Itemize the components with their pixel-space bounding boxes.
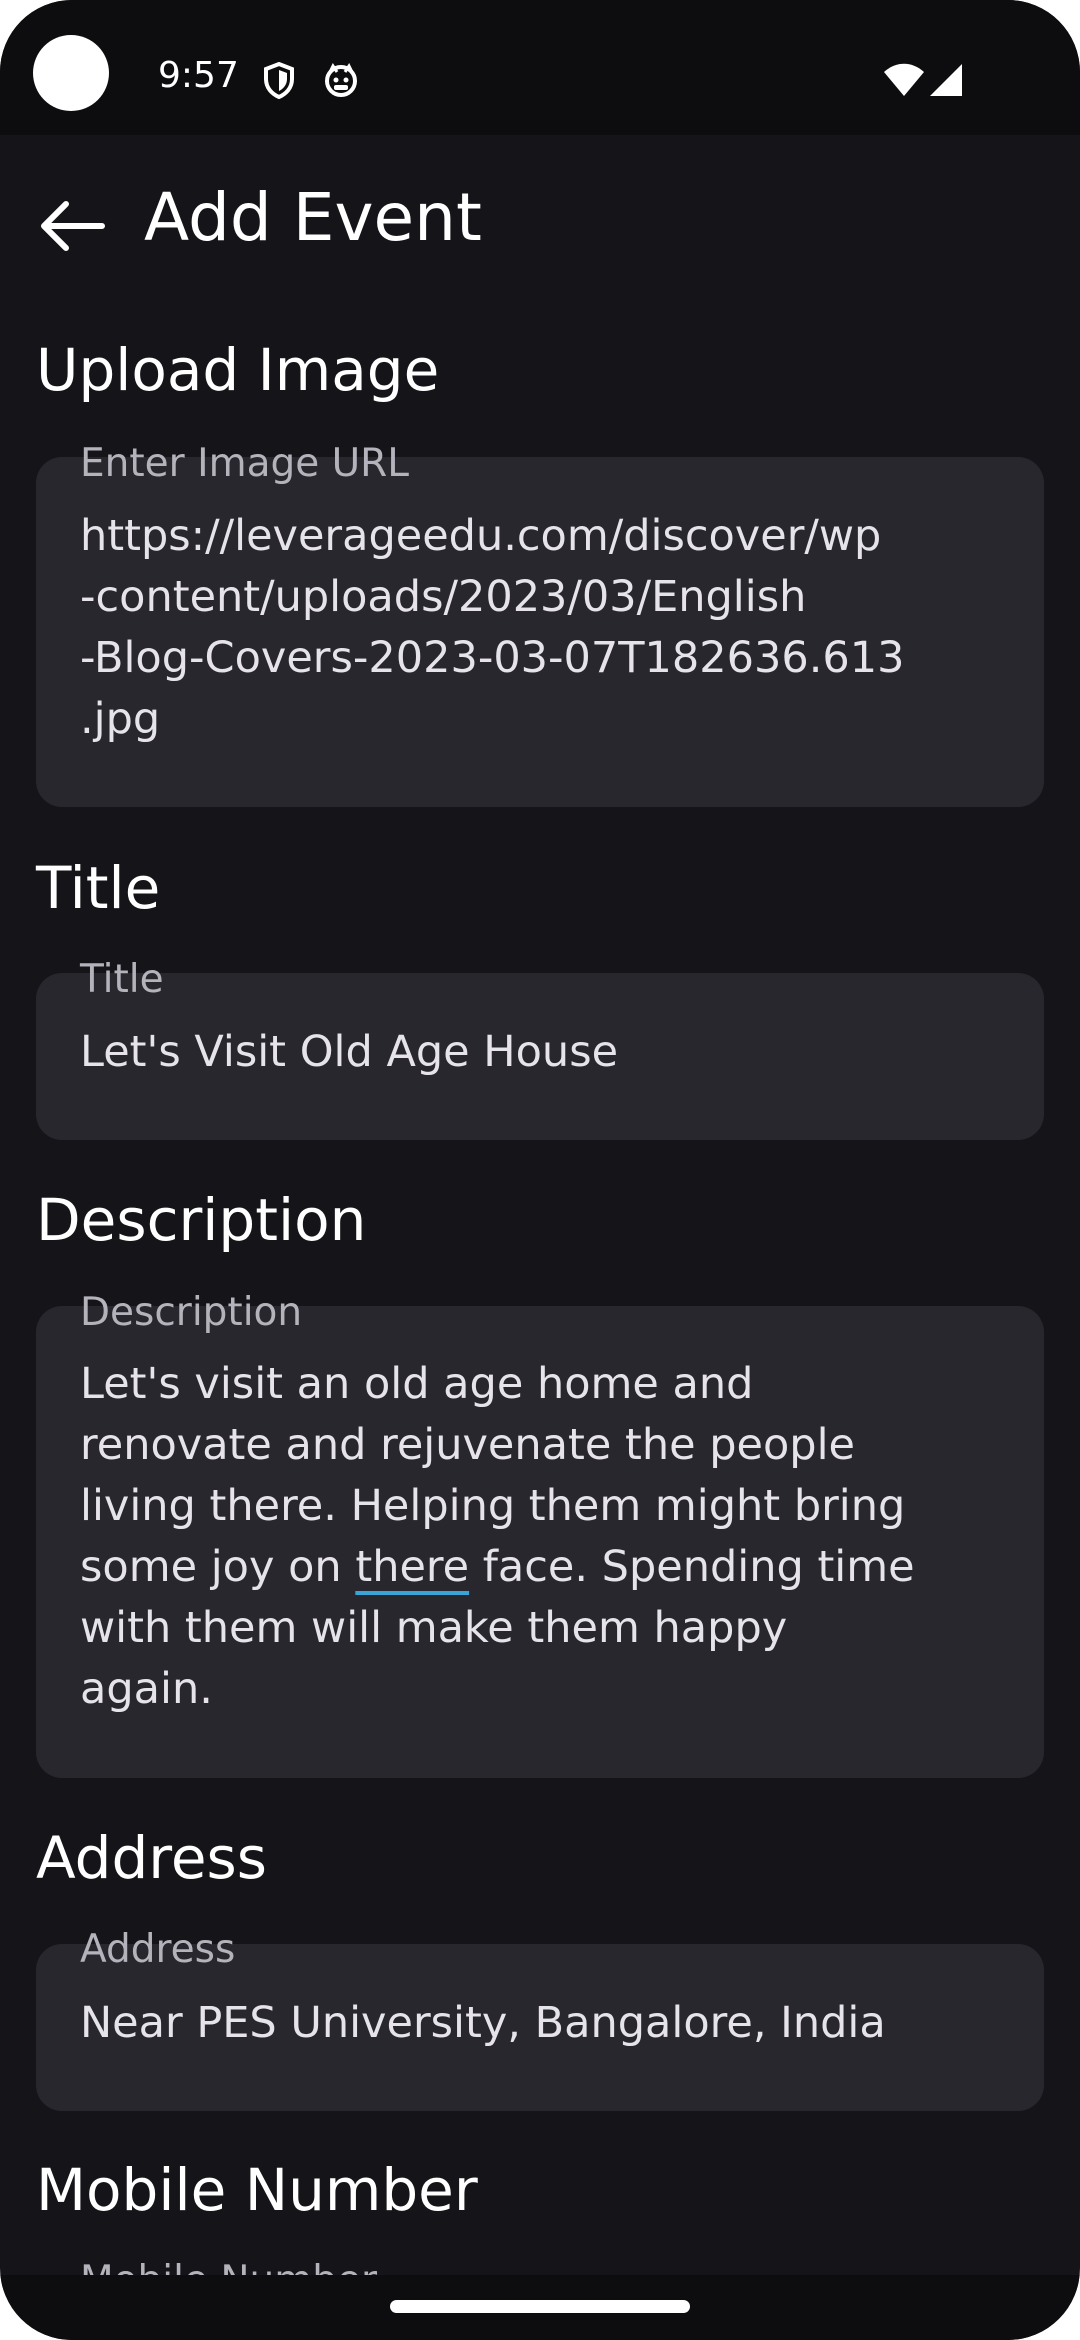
shield-icon <box>263 61 295 104</box>
home-indicator[interactable] <box>390 2300 690 2313</box>
face-icon <box>323 62 359 102</box>
camera-cutout <box>33 35 109 111</box>
app-screen: 9:57 Add Event Upload Image Enter Image … <box>0 0 1080 2340</box>
description-heading: Description <box>36 1186 367 1254</box>
arrow-left-icon <box>41 201 105 251</box>
description-label: Description <box>80 1290 303 1335</box>
image-url-label: Enter Image URL <box>80 441 409 486</box>
address-value[interactable]: Near PES University, Bangalore, India <box>80 1993 1010 2054</box>
upload-image-heading: Upload Image <box>36 336 440 404</box>
misspelled-word[interactable]: there <box>355 1542 469 1592</box>
status-bar: 9:57 <box>0 0 1080 135</box>
title-heading: Title <box>36 854 161 922</box>
title-label: Title <box>80 957 164 1002</box>
status-time: 9:57 <box>158 55 239 96</box>
image-url-value[interactable]: https://leverageedu.com/discover/wp -con… <box>80 506 1010 750</box>
title-value[interactable]: Let's Visit Old Age House <box>80 1022 1010 1083</box>
description-value[interactable]: Let's visit an old age home and renovate… <box>80 1354 1010 1720</box>
signal-icon <box>928 62 964 102</box>
wifi-icon <box>882 62 926 102</box>
address-label: Address <box>80 1927 236 1972</box>
mobile-number-heading: Mobile Number <box>36 2156 478 2224</box>
page-title: Add Event <box>144 179 482 256</box>
back-button[interactable] <box>30 190 114 262</box>
address-heading: Address <box>36 1824 267 1892</box>
